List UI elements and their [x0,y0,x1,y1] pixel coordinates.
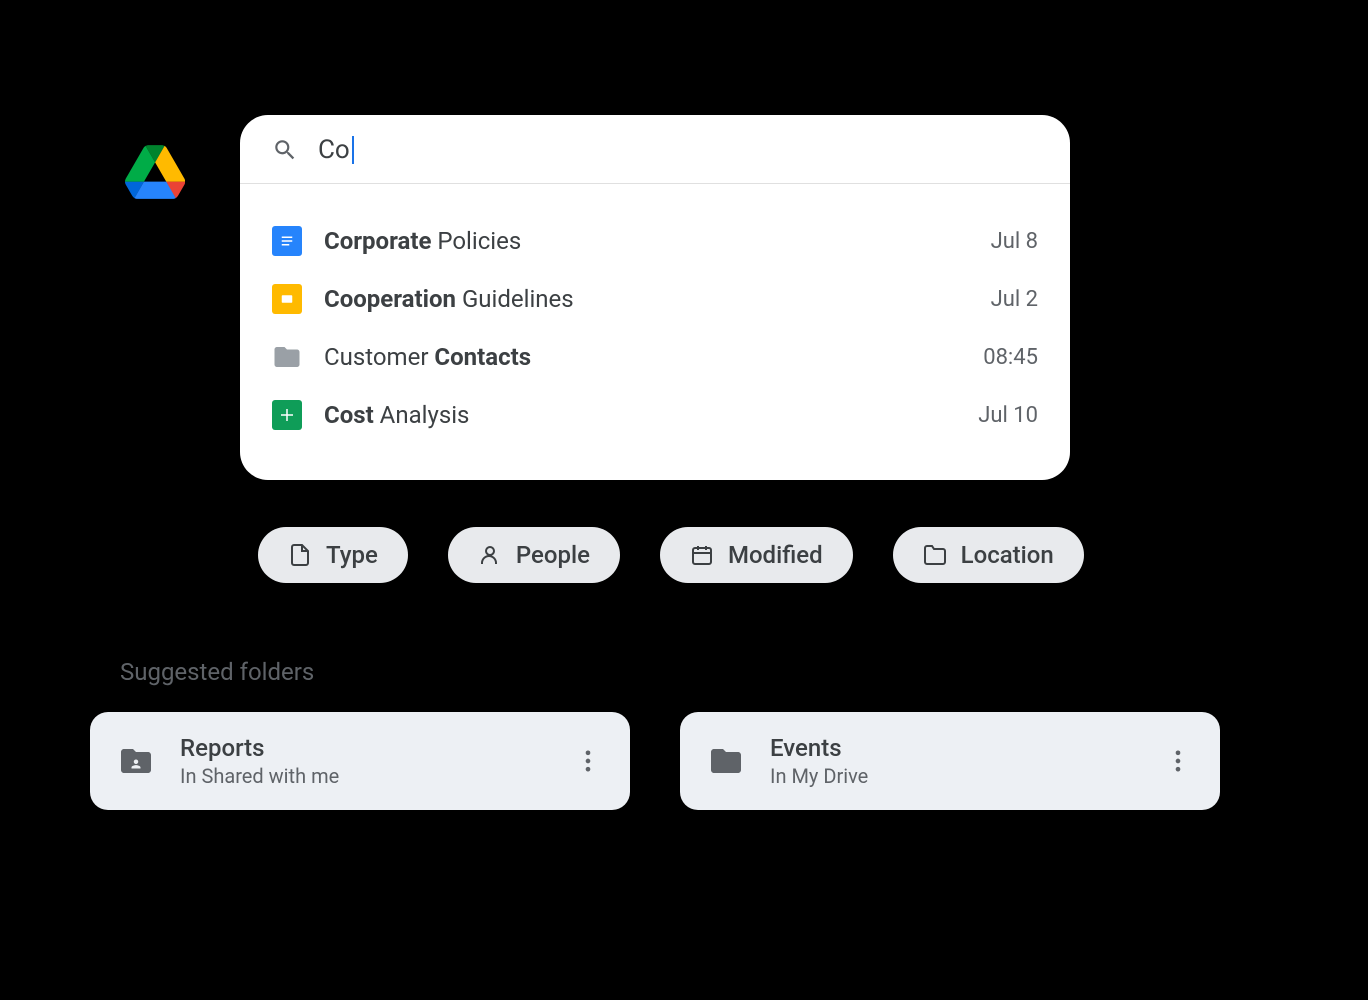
result-name: Corporate Policies [324,227,991,255]
folder-icon [708,743,744,779]
docs-icon [272,226,302,256]
filter-chip-people[interactable]: People [448,527,620,583]
search-result-item[interactable]: Customer Contacts 08:45 [272,328,1038,386]
filter-label: Location [961,541,1054,569]
search-result-item[interactable]: Corporate Policies Jul 8 [272,212,1038,270]
search-bar[interactable]: Co [240,115,1070,184]
folder-title: Events [770,734,1164,762]
text-cursor [352,136,354,164]
more-options-icon[interactable] [574,747,602,775]
search-input[interactable]: Co [318,135,354,165]
shared-folder-icon [118,743,154,779]
search-icon [272,137,298,163]
filter-label: People [516,541,590,569]
file-icon [288,543,312,567]
suggested-folders-heading: Suggested folders [120,658,314,686]
suggested-folders-row: Reports In Shared with me Events In My D… [90,712,1220,810]
result-name: Cost Analysis [324,401,978,429]
folder-icon [272,342,302,372]
folder-subtitle: In My Drive [770,764,1164,788]
filter-chip-modified[interactable]: Modified [660,527,853,583]
folder-card[interactable]: Reports In Shared with me [90,712,630,810]
folder-card-text: Events In My Drive [770,734,1164,788]
search-results: Corporate Policies Jul 8 Cooperation Gui… [240,184,1070,480]
sheets-icon [272,400,302,430]
folder-card[interactable]: Events In My Drive [680,712,1220,810]
result-date: Jul 8 [991,229,1038,254]
folder-title: Reports [180,734,574,762]
filter-chip-type[interactable]: Type [258,527,408,583]
folder-card-text: Reports In Shared with me [180,734,574,788]
search-result-item[interactable]: Cost Analysis Jul 10 [272,386,1038,444]
calendar-icon [690,543,714,567]
search-panel: Co Corporate Policies Jul 8 Cooperation … [240,115,1070,480]
more-options-icon[interactable] [1164,747,1192,775]
search-result-item[interactable]: Cooperation Guidelines Jul 2 [272,270,1038,328]
folder-subtitle: In Shared with me [180,764,574,788]
drive-logo-icon [125,145,185,199]
result-date: Jul 2 [991,287,1038,312]
result-date: Jul 10 [978,403,1038,428]
result-name: Cooperation Guidelines [324,285,991,313]
result-name: Customer Contacts [324,343,983,371]
folder-outline-icon [923,543,947,567]
result-date: 08:45 [983,345,1038,370]
filter-chip-location[interactable]: Location [893,527,1084,583]
person-icon [478,543,502,567]
filter-label: Type [326,541,378,569]
filter-chips-row: Type People Modified Location [258,527,1084,583]
filter-label: Modified [728,541,823,569]
slides-icon [272,284,302,314]
